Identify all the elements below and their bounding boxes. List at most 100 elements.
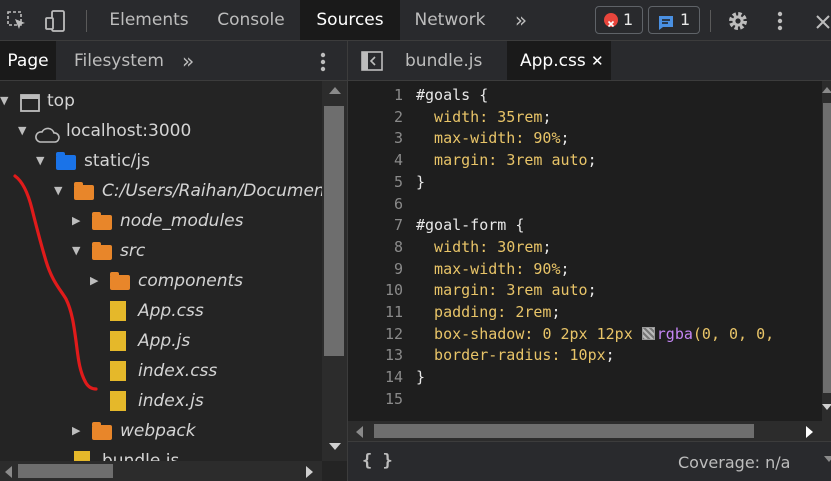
- tree-item-label: components: [138, 271, 244, 291]
- more-tabs-icon[interactable]: »: [506, 0, 536, 40]
- code-line: padding: 2rem;: [416, 303, 561, 321]
- code-token: max-width:: [416, 129, 534, 148]
- code-line: width: 30rem;: [416, 238, 551, 256]
- expanded-arrow-icon[interactable]: ▼: [0, 86, 12, 116]
- tree-item-label: src: [120, 241, 146, 261]
- line-number[interactable]: 7: [348, 216, 403, 234]
- close-devtools-icon[interactable]: [813, 10, 831, 32]
- code-token: #goals {: [416, 86, 489, 104]
- more-navigator-tabs-icon[interactable]: »: [182, 41, 202, 80]
- error-count-badge[interactable]: 1: [595, 6, 643, 34]
- line-number[interactable]: 4: [348, 151, 403, 169]
- code-line: max-width: 90%;: [416, 129, 570, 148]
- device-toolbar-icon[interactable]: [44, 9, 68, 33]
- inspect-element-icon[interactable]: [6, 10, 28, 32]
- tab-page[interactable]: Page: [0, 41, 56, 80]
- code-token: width:: [416, 107, 498, 126]
- line-number[interactable]: 1: [348, 86, 403, 104]
- code-line: width: 35rem;: [416, 108, 551, 126]
- tree-item-label: index.js: [138, 391, 204, 411]
- code-editor[interactable]: 1 #goals { 2 width: 35rem; 3 max-width: 90%…: [348, 81, 831, 421]
- editor-panel: bundle.js App.css ✕ 1 #goals {2 width: 35…: [347, 41, 831, 481]
- tab-label: bundle.js: [405, 51, 483, 71]
- code-token: 0 2px 12px: [542, 324, 642, 343]
- line-number[interactable]: 6: [348, 195, 403, 213]
- scroll-up-arrow-icon[interactable]: [822, 87, 831, 93]
- line-number[interactable]: 13: [348, 346, 403, 364]
- code-token: 10px: [569, 346, 606, 365]
- line-number[interactable]: 15: [348, 390, 403, 408]
- code-token: ;: [605, 346, 615, 365]
- code-line: #goals {: [416, 86, 488, 104]
- scroll-thumb[interactable]: [324, 106, 344, 356]
- line-number[interactable]: 3: [348, 129, 403, 147]
- code-token: (0, 0, 0,: [692, 324, 775, 343]
- tree-item-label: webpack: [120, 421, 196, 441]
- folder-icon: [92, 422, 112, 440]
- code-line: margin: 3rem auto;: [416, 151, 597, 169]
- more-options-icon[interactable]: [772, 9, 788, 33]
- line-number[interactable]: 12: [348, 325, 403, 343]
- code-token: #goal-form {: [416, 216, 525, 235]
- line-number[interactable]: 5: [348, 173, 403, 191]
- tab-bundle-js[interactable]: bundle.js: [403, 41, 495, 80]
- toggle-navigator-icon[interactable]: [361, 51, 383, 71]
- scroll-left-arrow-icon[interactable]: [356, 426, 363, 438]
- bottom-scroll-arrow-icon[interactable]: [824, 456, 831, 462]
- code-line: #goal-form {: [416, 216, 524, 234]
- hand-drawn-annotation: [13, 174, 98, 391]
- scroll-thumb[interactable]: [374, 424, 754, 438]
- editor-vertical-scrollbar[interactable]: [822, 81, 831, 421]
- tree-vertical-scrollbar[interactable]: [322, 81, 347, 461]
- scroll-left-arrow-icon[interactable]: [5, 466, 12, 478]
- toolbar-divider: [86, 10, 87, 32]
- tree-item-top[interactable]: ▼ top: [0, 86, 322, 116]
- code-token: 35rem: [497, 107, 543, 126]
- tree-horizontal-scrollbar[interactable]: [0, 461, 322, 481]
- coverage-status: Coverage: n/a: [678, 453, 791, 472]
- code-token: width:: [416, 237, 498, 256]
- tab-filesystem[interactable]: Filesystem: [74, 41, 164, 80]
- editor-tabs: bundle.js App.css ✕: [348, 41, 831, 81]
- file-tree: ▼ top ▼ localhost:3000 ▼ static/js ▼ C:/…: [0, 81, 322, 461]
- close-tab-icon[interactable]: ✕: [591, 41, 604, 81]
- navigator-tabs: Page Filesystem »: [0, 41, 347, 81]
- line-number[interactable]: 8: [348, 238, 403, 256]
- code-token: ;: [587, 281, 597, 300]
- code-line: margin: 3rem auto;: [416, 281, 597, 299]
- code-token: ;: [560, 129, 570, 148]
- error-icon: [604, 13, 618, 28]
- code-token: ;: [551, 303, 561, 321]
- line-number[interactable]: 14: [348, 368, 403, 386]
- color-swatch-icon[interactable]: [641, 326, 655, 340]
- code-token: 3rem auto: [506, 281, 588, 300]
- scroll-right-arrow-icon[interactable]: [806, 426, 813, 438]
- editor-horizontal-scrollbar[interactable]: [348, 421, 831, 441]
- line-number[interactable]: 10: [348, 281, 403, 299]
- navigator-menu-icon[interactable]: [315, 50, 331, 74]
- tree-item-label: top: [47, 91, 75, 111]
- code-token: 30rem: [497, 237, 543, 256]
- tab-network[interactable]: Network: [402, 0, 498, 40]
- line-number[interactable]: 9: [348, 260, 403, 278]
- scroll-thumb[interactable]: [823, 103, 831, 393]
- scroll-down-arrow-icon[interactable]: [822, 404, 831, 410]
- message-count: 1: [680, 10, 691, 29]
- scroll-up-arrow-icon[interactable]: [329, 87, 341, 94]
- pretty-print-icon[interactable]: { }: [362, 451, 393, 471]
- scroll-thumb[interactable]: [18, 464, 113, 478]
- tab-elements[interactable]: Elements: [98, 0, 200, 40]
- settings-gear-icon[interactable]: [726, 9, 750, 33]
- code-token: }: [416, 172, 426, 191]
- code-token: ;: [542, 107, 552, 126]
- message-count-badge[interactable]: 1: [648, 6, 700, 34]
- tab-app-css[interactable]: App.css ✕: [507, 41, 611, 80]
- line-number[interactable]: 2: [348, 108, 403, 126]
- scroll-right-arrow-icon[interactable]: [306, 466, 313, 478]
- scroll-down-arrow-icon[interactable]: [329, 443, 341, 450]
- message-icon: [658, 13, 674, 30]
- tab-console[interactable]: Console: [204, 0, 298, 40]
- tab-sources[interactable]: Sources: [300, 0, 400, 40]
- line-number[interactable]: 11: [348, 303, 403, 321]
- tree-item-bundle-js[interactable]: bundle.js: [0, 446, 322, 461]
